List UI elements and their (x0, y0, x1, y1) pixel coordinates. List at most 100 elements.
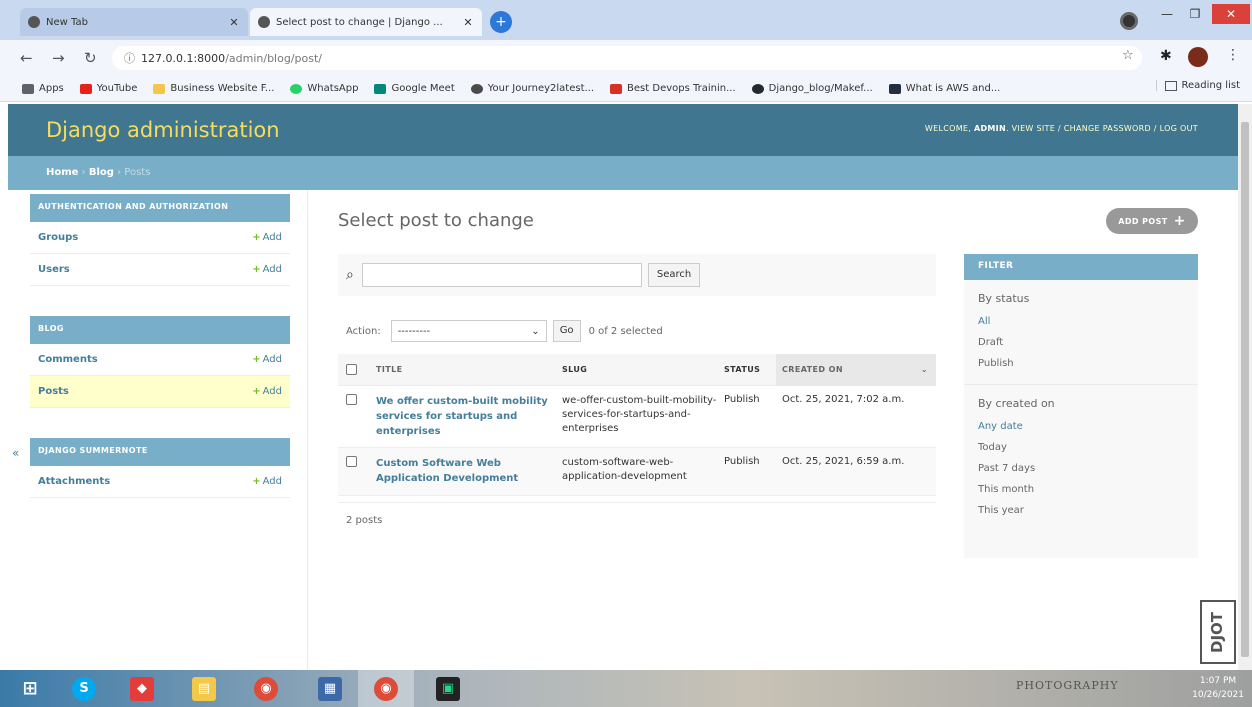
maximize-button[interactable]: ❐ (1178, 4, 1212, 24)
filter-status-draft[interactable]: Draft (978, 332, 1184, 353)
skype-icon[interactable]: S (72, 677, 96, 701)
add-attachments-link[interactable]: + Add (252, 476, 282, 487)
tab-new-tab[interactable]: New Tab ✕ (20, 8, 248, 36)
admin-header: Django administration WELCOME, ADMIN. VI… (8, 104, 1238, 156)
add-post-button[interactable]: ADD POST + (1106, 208, 1198, 234)
info-icon[interactable]: ⓘ (124, 50, 135, 66)
bookmark-journey[interactable]: Your Journey2latest... (470, 83, 594, 94)
add-posts-link[interactable]: + Add (252, 386, 282, 397)
profile-icon[interactable] (1120, 12, 1138, 30)
bookmark-google-meet[interactable]: Google Meet (374, 83, 455, 94)
post-slug: we-offer-custom-built-mobility-services-… (562, 395, 717, 434)
post-status: Publish (724, 456, 760, 467)
bookmark-youtube[interactable]: YouTube (79, 83, 137, 94)
paginator: 2 posts (338, 502, 936, 542)
add-comments-link[interactable]: + Add (252, 354, 282, 365)
module-caption[interactable]: BLOG (30, 316, 290, 344)
network-app-icon[interactable]: ▦ (318, 677, 342, 701)
plus-icon: + (252, 232, 261, 243)
column-slug[interactable]: SLUG (554, 365, 718, 374)
back-icon[interactable]: ← (20, 49, 33, 67)
username: ADMIN (973, 124, 1006, 133)
site-icon (888, 83, 901, 94)
sidebar-item-users[interactable]: Users + Add (30, 254, 290, 286)
breadcrumb-home[interactable]: Home (46, 167, 78, 178)
post-status: Publish (724, 394, 760, 405)
changelist-filter: FILTER By status All Draft Publish By cr… (964, 254, 1198, 558)
plus-icon: + (252, 476, 261, 487)
breadcrumb-current: Posts (124, 167, 151, 178)
add-groups-link[interactable]: + Add (252, 232, 282, 243)
scrollbar-thumb[interactable] (1241, 122, 1249, 657)
sidebar-item-groups[interactable]: Groups + Add (30, 222, 290, 254)
search-button[interactable]: Search (647, 263, 701, 287)
reload-icon[interactable]: ↻ (84, 49, 97, 67)
sidebar-item-posts[interactable]: Posts + Add (30, 376, 290, 408)
sidebar-collapse-toggle[interactable]: « (12, 446, 19, 460)
url-field[interactable]: ⓘ 127.0.0.1:8000 /admin/blog/post/ (112, 46, 1142, 70)
bookmark-aws[interactable]: What is AWS and... (888, 83, 1000, 94)
filter-date-past7[interactable]: Past 7 days (978, 458, 1184, 479)
close-icon[interactable]: ✕ (462, 16, 474, 29)
github-icon (751, 83, 764, 94)
module-caption[interactable]: DJANGO SUMMERNOTE (30, 438, 290, 466)
column-title[interactable]: TITLE (368, 365, 554, 374)
address-bar-row: ← → ↻ ⓘ 127.0.0.1:8000 /admin/blog/post/… (0, 40, 1252, 76)
row-checkbox[interactable] (346, 456, 357, 467)
row-checkbox[interactable] (346, 394, 357, 405)
filter-date-today[interactable]: Today (978, 437, 1184, 458)
filter-date-month[interactable]: This month (978, 479, 1184, 500)
sort-descending-icon[interactable]: ⌄ (921, 365, 928, 374)
youtube-icon (79, 83, 92, 94)
windows-start-icon[interactable]: ⊞ (18, 677, 42, 701)
select-all-checkbox[interactable] (346, 364, 357, 375)
column-status[interactable]: STATUS (718, 365, 776, 374)
filter-date-year[interactable]: This year (978, 500, 1184, 521)
table-row: We offer custom-built mobility services … (338, 386, 936, 448)
breadcrumb-blog[interactable]: Blog (89, 167, 114, 178)
system-clock[interactable]: 1:07 PM 10/26/2021 (1192, 674, 1244, 702)
go-button[interactable]: Go (552, 320, 581, 342)
bookmark-whatsapp[interactable]: WhatsApp (290, 83, 358, 94)
chrome-active-icon[interactable]: ◉ (374, 677, 398, 701)
bookmark-star-icon[interactable]: ☆ (1122, 48, 1134, 63)
menu-icon[interactable]: ⋮ (1226, 47, 1240, 63)
chrome-icon[interactable]: ◉ (254, 677, 278, 701)
add-users-link[interactable]: + Add (252, 264, 282, 275)
filter-status-all[interactable]: All (978, 311, 1184, 332)
module-caption[interactable]: AUTHENTICATION AND AUTHORIZATION (30, 194, 290, 222)
bookmark-github[interactable]: Django_blog/Makef... (751, 83, 873, 94)
bookmark-apps[interactable]: Apps (22, 83, 64, 94)
sidebar-item-comments[interactable]: Comments + Add (30, 344, 290, 376)
table-row: Custom Software Web Application Developm… (338, 448, 936, 496)
anydesk-icon[interactable]: ◆ (130, 677, 154, 701)
user-tools: WELCOME, ADMIN. VIEW SITE / CHANGE PASSW… (924, 124, 1198, 133)
new-tab-button[interactable]: + (490, 11, 512, 33)
tab-title: Select post to change | Django ... (276, 16, 443, 28)
close-icon[interactable]: ✕ (228, 16, 240, 29)
chevron-down-icon: ⌄ (531, 325, 540, 337)
module-auth: AUTHENTICATION AND AUTHORIZATION Groups … (30, 194, 290, 286)
user-links[interactable]: VIEW SITE / CHANGE PASSWORD / LOG OUT (1012, 124, 1198, 133)
filter-date-any[interactable]: Any date (978, 416, 1184, 437)
reading-list[interactable]: Reading list (1155, 80, 1240, 91)
post-title-link[interactable]: Custom Software Web Application Developm… (376, 458, 518, 484)
tab-select-post[interactable]: Select post to change | Django ... ✕ (250, 8, 482, 36)
avatar[interactable] (1188, 47, 1208, 67)
bookmark-business[interactable]: Business Website F... (153, 83, 274, 94)
forward-icon[interactable]: → (52, 49, 65, 67)
filter-status-publish[interactable]: Publish (978, 353, 1184, 374)
post-title-link[interactable]: We offer custom-built mobility services … (376, 396, 548, 437)
action-select[interactable]: --------- ⌄ (390, 320, 547, 342)
sidebar-item-attachments[interactable]: Attachments + Add (30, 466, 290, 498)
site-branding[interactable]: Django administration (46, 118, 280, 142)
window-close-button[interactable]: ✕ (1212, 4, 1250, 24)
search-toolbar: ⌕ Search (338, 254, 936, 296)
bookmark-devops[interactable]: Best Devops Trainin... (610, 83, 736, 94)
pycharm-icon[interactable]: ▣ (436, 677, 460, 701)
file-explorer-icon[interactable]: ▤ (192, 677, 216, 701)
extensions-icon[interactable]: ✱ (1160, 48, 1172, 64)
search-input[interactable] (361, 263, 642, 287)
column-created-on[interactable]: CREATED ON ⌄ (776, 353, 936, 386)
photography-watermark: PHOTOGRAPHY (1016, 679, 1119, 692)
